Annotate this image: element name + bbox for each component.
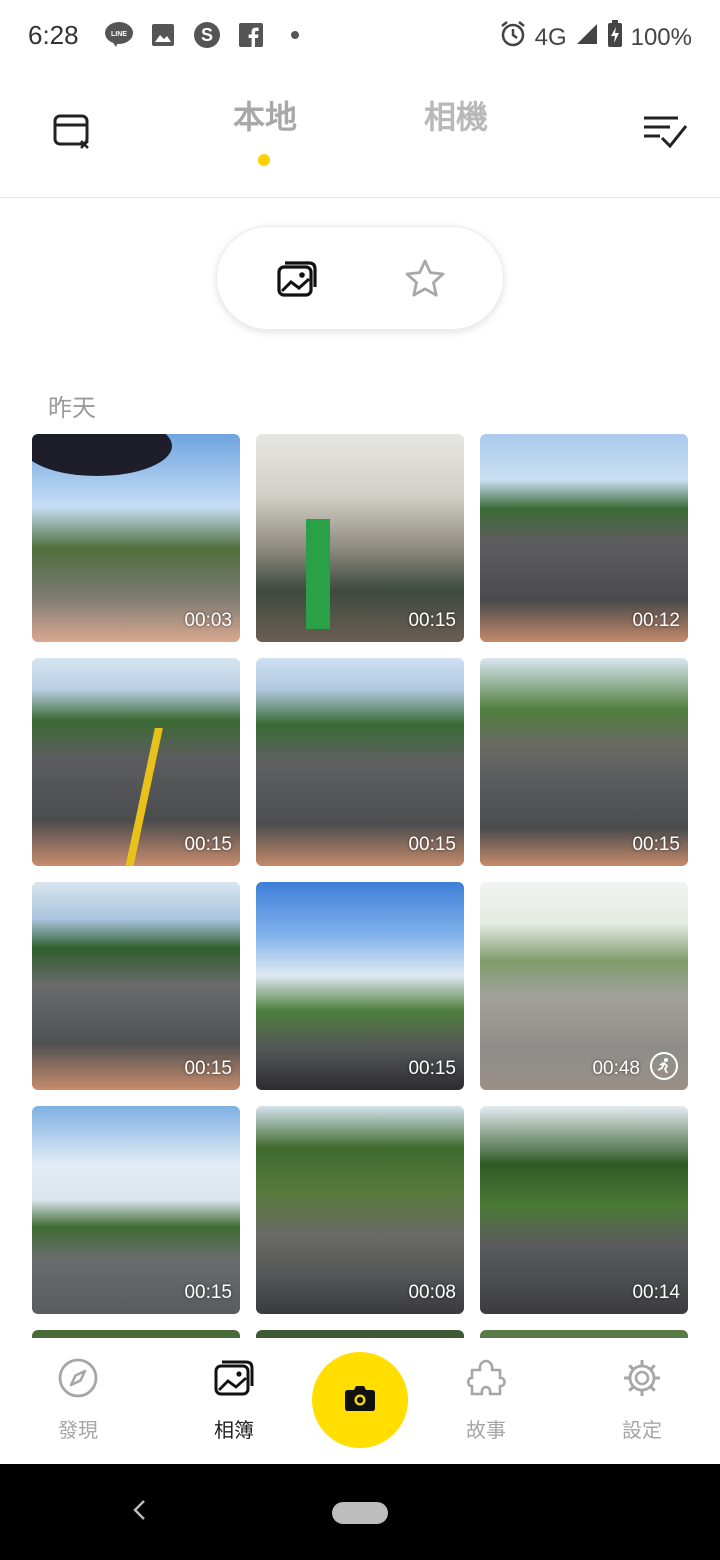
nav-label: 故事 bbox=[466, 1418, 506, 1442]
svg-text:S: S bbox=[201, 25, 213, 45]
bottom-nav: 發現 相簿 故事 設定 bbox=[0, 1338, 720, 1464]
svg-text:LINE: LINE bbox=[111, 31, 127, 38]
line-icon: LINE bbox=[104, 20, 134, 50]
nav-story[interactable]: 故事 bbox=[446, 1356, 526, 1443]
media-thumbnail-partial bbox=[256, 1330, 464, 1338]
video-duration: 00:15 bbox=[632, 834, 680, 855]
system-status: 4G 100% bbox=[499, 20, 692, 55]
active-tab-indicator bbox=[258, 154, 270, 166]
video-duration: 00:48 bbox=[592, 1058, 640, 1079]
nav-label: 設定 bbox=[622, 1418, 662, 1442]
timelapse-icon bbox=[650, 1052, 678, 1080]
nav-settings[interactable]: 設定 bbox=[602, 1356, 682, 1443]
media-thumbnail[interactable]: 00:12 bbox=[480, 434, 688, 642]
video-duration: 00:08 bbox=[408, 1282, 456, 1303]
media-thumbnail[interactable]: 00:48 bbox=[480, 882, 688, 1090]
skype-icon: S bbox=[192, 20, 222, 50]
video-duration: 00:14 bbox=[632, 1282, 680, 1303]
system-nav-bar bbox=[0, 1464, 720, 1560]
compass-icon bbox=[56, 1356, 100, 1400]
status-bar: 6:28 LINE S 4G 100% bbox=[0, 0, 720, 72]
battery-level: 100% bbox=[630, 23, 692, 51]
camera-icon bbox=[344, 1384, 376, 1416]
video-duration: 00:15 bbox=[408, 610, 456, 631]
media-grid: 00:03 00:15 00:12 00:15 00:15 00:15 00:1… bbox=[32, 434, 688, 1314]
network-type: 4G bbox=[534, 23, 567, 51]
signal-icon bbox=[575, 22, 599, 53]
back-icon[interactable] bbox=[128, 1498, 152, 1522]
media-thumbnail-partial bbox=[32, 1330, 240, 1338]
alarm-icon bbox=[499, 20, 527, 55]
dot-icon bbox=[280, 20, 310, 50]
facebook-icon bbox=[236, 20, 266, 50]
video-duration: 00:03 bbox=[184, 610, 232, 631]
media-thumbnail[interactable]: 00:15 bbox=[32, 882, 240, 1090]
media-thumbnail[interactable]: 00:15 bbox=[256, 434, 464, 642]
notification-icons: LINE S bbox=[104, 20, 310, 50]
album-icon bbox=[212, 1356, 256, 1400]
section-date-label: 昨天 bbox=[48, 394, 96, 422]
card-remove-icon[interactable] bbox=[52, 112, 92, 152]
media-thumbnail[interactable]: 00:15 bbox=[480, 658, 688, 866]
video-duration: 00:12 bbox=[632, 610, 680, 631]
home-pill[interactable] bbox=[332, 1502, 388, 1524]
puzzle-icon bbox=[464, 1356, 508, 1400]
media-thumbnail[interactable]: 00:03 bbox=[32, 434, 240, 642]
select-list-icon[interactable] bbox=[642, 112, 688, 152]
tab-camera[interactable]: 相機 bbox=[424, 92, 488, 138]
camera-button[interactable] bbox=[312, 1352, 408, 1448]
tab-local[interactable]: 本地 bbox=[233, 92, 297, 138]
image-icon bbox=[148, 20, 178, 50]
view-segment-control bbox=[216, 226, 504, 330]
media-thumbnail-partial bbox=[480, 1330, 688, 1338]
video-duration: 00:15 bbox=[408, 834, 456, 855]
video-duration: 00:15 bbox=[408, 1058, 456, 1079]
nav-discover[interactable]: 發現 bbox=[38, 1356, 118, 1443]
nav-label: 發現 bbox=[58, 1418, 98, 1442]
nav-album[interactable]: 相簿 bbox=[194, 1356, 274, 1443]
media-thumbnail[interactable]: 00:08 bbox=[256, 1106, 464, 1314]
media-thumbnail[interactable]: 00:15 bbox=[256, 882, 464, 1090]
nav-label: 相簿 bbox=[214, 1418, 254, 1442]
media-thumbnail[interactable]: 00:15 bbox=[256, 658, 464, 866]
media-thumbnail[interactable]: 00:15 bbox=[32, 1106, 240, 1314]
video-duration: 00:15 bbox=[184, 834, 232, 855]
video-duration: 00:15 bbox=[184, 1282, 232, 1303]
media-thumbnail[interactable]: 00:15 bbox=[32, 658, 240, 866]
gear-icon bbox=[620, 1356, 664, 1400]
video-duration: 00:15 bbox=[184, 1058, 232, 1079]
battery-icon bbox=[607, 20, 623, 55]
album-icon[interactable] bbox=[275, 257, 319, 301]
status-time: 6:28 bbox=[28, 20, 79, 50]
media-thumbnail[interactable]: 00:14 bbox=[480, 1106, 688, 1314]
top-nav: 本地 相機 bbox=[0, 72, 720, 198]
star-icon[interactable] bbox=[403, 257, 447, 301]
